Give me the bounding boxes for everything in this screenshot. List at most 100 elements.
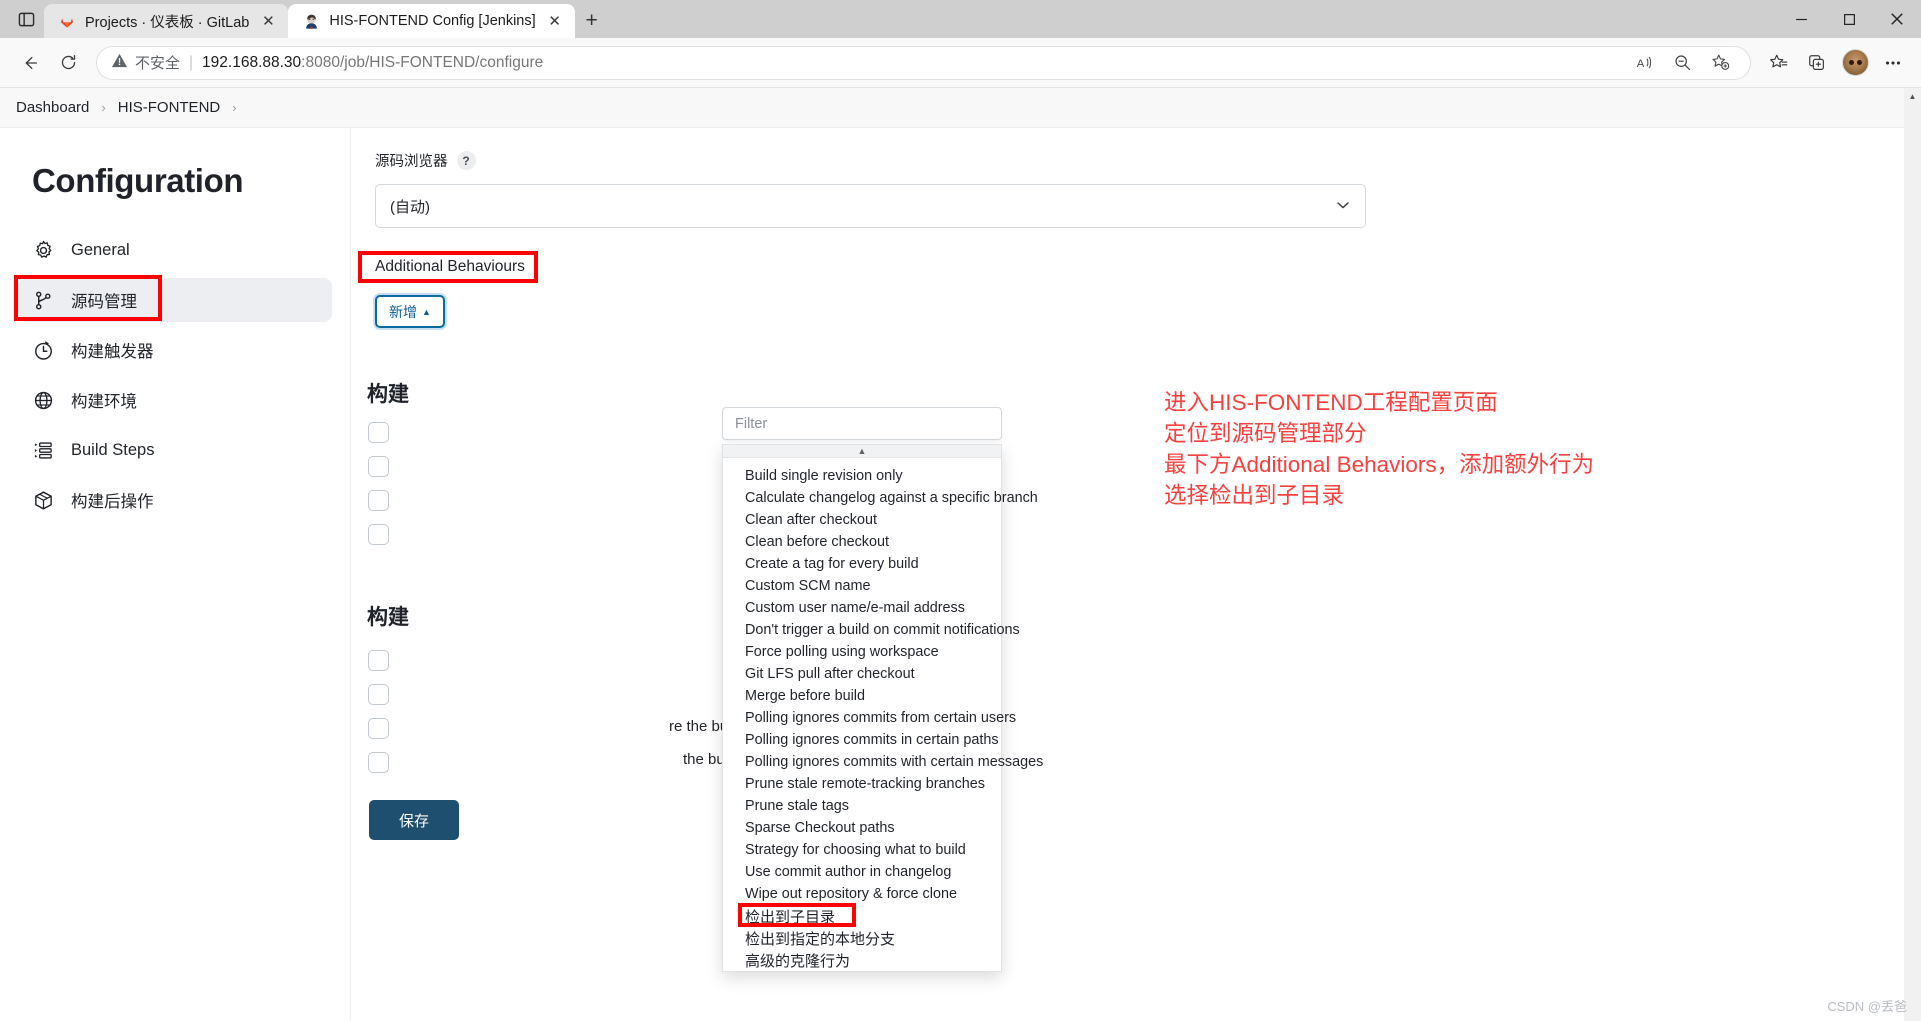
dropdown-item[interactable]: Custom user name/e-mail address xyxy=(723,597,1001,619)
dropdown-item[interactable]: Calculate changelog against a specific b… xyxy=(723,487,1038,509)
sidebar-item-scm[interactable]: 源码管理 xyxy=(14,275,332,322)
avatar[interactable] xyxy=(1837,45,1873,81)
additional-behaviours-dropdown: Filter ▲ Build single revision only Calcu… xyxy=(722,407,1043,972)
save-button[interactable]: 保存 xyxy=(369,800,459,840)
favorites-list-icon[interactable] xyxy=(1761,45,1797,81)
sidebar-item-build-steps[interactable]: Build Steps xyxy=(18,428,332,472)
dropdown-item[interactable]: 检出到指定的本地分支 xyxy=(723,927,1001,949)
repo-browser-select[interactable]: (自动) xyxy=(375,184,1366,228)
dropdown-list: ▲ Build single revision only Calculate ch… xyxy=(722,444,1043,972)
bg-checkbox[interactable] xyxy=(368,650,389,671)
page-title: Configuration xyxy=(32,162,244,199)
tab-search-icon[interactable] xyxy=(8,0,44,38)
gitlab-icon xyxy=(58,12,76,30)
page-scrollbar[interactable]: ▲ xyxy=(1904,88,1921,1021)
security-indicator[interactable]: 不安全 xyxy=(111,52,180,73)
add-behaviour-button[interactable]: 新增 ▲ xyxy=(375,295,445,328)
dropdown-item[interactable]: Use commit author in changelog xyxy=(723,861,1001,883)
dropdown-item[interactable]: Polling ignores commits in certain paths xyxy=(723,729,1001,751)
tab-strip: Projects · 仪表板 · GitLab ✕ HIS-FONTEND Co… xyxy=(0,0,1921,38)
collections-icon[interactable] xyxy=(1799,45,1835,81)
annotation-line: 最下方Additional Behaviors，添加额外行为 xyxy=(1164,452,1595,477)
additional-behaviours-label: Additional Behaviours xyxy=(375,258,525,275)
omnibox-separator: | xyxy=(189,53,194,71)
filter-input[interactable]: Filter xyxy=(722,407,1002,440)
minimize-icon[interactable] xyxy=(1777,0,1825,38)
chevron-right-icon: › xyxy=(101,100,106,115)
sidebar-item-build-environment[interactable]: 构建环境 xyxy=(18,378,332,422)
zoom-out-icon[interactable] xyxy=(1664,45,1700,81)
bg-checkbox[interactable] xyxy=(368,752,389,773)
dropdown-item[interactable]: 检出到子目录 xyxy=(723,903,1001,927)
dropdown-item[interactable]: Clean after checkout xyxy=(723,509,1001,531)
new-tab-button[interactable]: + xyxy=(575,4,609,38)
back-arrow-icon[interactable] xyxy=(12,45,48,81)
globe-icon xyxy=(32,389,54,411)
dropdown-item[interactable]: Prune stale remote-tracking branches xyxy=(723,773,1001,795)
url-host: 192.168.88.30 xyxy=(202,53,302,71)
page-content: Dashboard › HIS-FONTEND › Configuration … xyxy=(0,88,1921,1021)
dropdown-item[interactable]: Force polling using workspace xyxy=(723,641,1001,663)
address-bar[interactable]: 不安全 | 192.168.88.30:8080/job/HIS-FONTEND… xyxy=(96,45,1751,81)
bg-checkbox[interactable] xyxy=(368,684,389,705)
dropdown-items: Build single revision only Calculate chan… xyxy=(723,458,1043,971)
svg-text:A: A xyxy=(1636,58,1644,70)
dropdown-item[interactable]: Strategy for choosing what to build xyxy=(723,839,1001,861)
add-behaviour-label: 新增 xyxy=(389,303,418,320)
sidebar-item-build-triggers[interactable]: 构建触发器 xyxy=(18,328,332,372)
bg-checkbox[interactable] xyxy=(368,718,389,739)
annotation-line: 定位到源码管理部分 xyxy=(1164,421,1367,446)
dropdown-item[interactable]: Git LFS pull after checkout xyxy=(723,663,1001,685)
dropdown-item[interactable]: Polling ignores commits with certain mes… xyxy=(723,751,1043,773)
maximize-icon[interactable] xyxy=(1825,0,1873,38)
breadcrumb-item-project[interactable]: HIS-FONTEND xyxy=(118,99,221,116)
chevron-down-icon xyxy=(1335,197,1351,216)
scroll-up-arrow-icon[interactable]: ▲ xyxy=(1904,88,1921,105)
sidebar-item-general[interactable]: General xyxy=(18,228,332,272)
close-window-icon[interactable] xyxy=(1873,0,1921,38)
browser-tab-gitlab[interactable]: Projects · 仪表板 · GitLab ✕ xyxy=(44,4,289,38)
dropdown-item[interactable]: Create a tag for every build xyxy=(723,553,1001,575)
sidebar-item-label: Build Steps xyxy=(71,440,155,459)
bg-checkbox[interactable] xyxy=(368,422,389,443)
dropdown-item[interactable]: Custom SCM name xyxy=(723,575,1001,597)
watermark: CSDN @丢爸 xyxy=(1827,999,1907,1014)
dropdown-item[interactable]: Clean before checkout xyxy=(723,531,1001,553)
jenkins-icon xyxy=(302,12,320,30)
save-button-label: 保存 xyxy=(398,812,429,830)
bg-checkbox[interactable] xyxy=(368,456,389,477)
clock-icon xyxy=(32,339,54,361)
bg-checkbox[interactable] xyxy=(368,490,389,511)
reload-icon[interactable] xyxy=(50,45,86,81)
window-controls xyxy=(1777,0,1921,38)
breadcrumb-item-dashboard[interactable]: Dashboard xyxy=(16,99,89,116)
dropdown-item[interactable]: Prune stale tags xyxy=(723,795,1001,817)
add-favorite-icon[interactable] xyxy=(1702,45,1738,81)
close-icon[interactable]: ✕ xyxy=(258,11,278,31)
url-text: 192.168.88.30:8080/job/HIS-FONTEND/confi… xyxy=(202,54,543,72)
annotation-line: 进入HIS-FONTEND工程配置页面 xyxy=(1164,390,1498,415)
gear-icon xyxy=(32,239,54,261)
dropdown-item[interactable]: Polling ignores commits from certain use… xyxy=(723,707,1016,729)
bg-checkbox[interactable] xyxy=(368,524,389,545)
more-options-icon[interactable] xyxy=(1875,45,1911,81)
dropdown-item[interactable]: Build single revision only xyxy=(723,465,1001,487)
sidebar-item-post-build[interactable]: 构建后操作 xyxy=(18,478,332,522)
scroll-up-icon[interactable]: ▲ xyxy=(723,445,1001,458)
config-main-panel: 源码浏览器 ? (自动) Additional Behaviours 新增 ▲ … xyxy=(350,128,1921,1021)
dropdown-item[interactable]: 高级的克隆行为 xyxy=(723,949,1001,971)
read-aloud-icon[interactable]: A xyxy=(1626,45,1662,81)
warning-triangle-icon xyxy=(111,52,128,73)
dropdown-item[interactable]: Merge before build xyxy=(723,685,1001,707)
help-icon[interactable]: ? xyxy=(456,151,476,170)
branch-icon xyxy=(32,289,54,311)
close-icon[interactable]: ✕ xyxy=(545,11,565,31)
browser-window: Projects · 仪表板 · GitLab ✕ HIS-FONTEND Co… xyxy=(0,0,1921,1021)
dropdown-item[interactable]: Wipe out repository & force clone xyxy=(723,883,1001,905)
browser-tab-jenkins[interactable]: HIS-FONTEND Config [Jenkins] ✕ xyxy=(288,4,575,38)
dropdown-item[interactable]: Sparse Checkout paths xyxy=(723,817,1001,839)
dropdown-item[interactable]: Don't trigger a build on commit notifica… xyxy=(723,619,1020,641)
bg-checkbox-group-1 xyxy=(368,422,389,545)
page-body: Configuration General 源码管理 构建触发器 构建环境 Bu… xyxy=(0,128,1921,1021)
sidebar-item-label: General xyxy=(71,240,130,259)
